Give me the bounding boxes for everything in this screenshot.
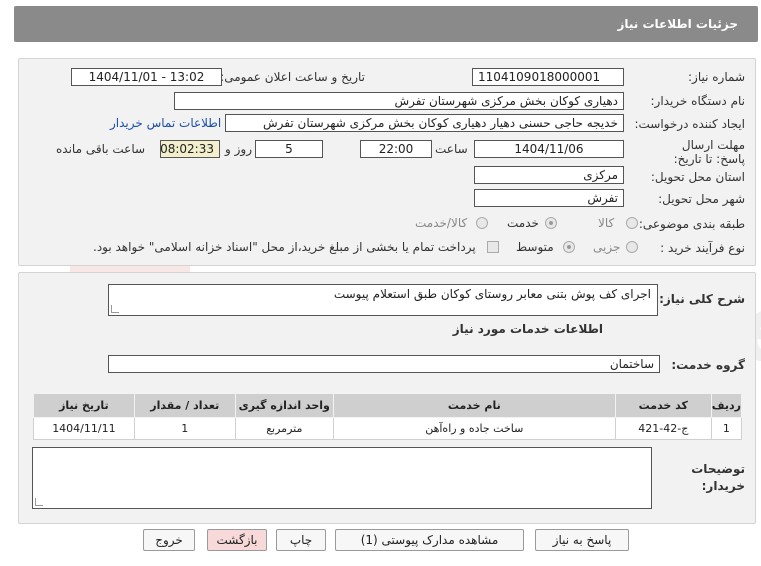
creator-label: ایجاد کننده درخواست:	[634, 117, 745, 131]
cell-service-name: ساخت جاده و راه‌آهن	[332, 417, 616, 440]
buyer-notes-label-1: توضیحات	[691, 462, 745, 476]
category-label: طبقه بندی موضوعی:	[638, 217, 745, 231]
purchase-medium-label: متوسط	[516, 240, 554, 254]
announce-field: 1404/11/01 - 13:02	[71, 68, 222, 86]
table-row: 1 ج-42-421 ساخت جاده و راه‌آهن مترمربع 1…	[33, 417, 743, 440]
buyer-org-label: نام دستگاه خریدار:	[650, 94, 746, 108]
days-label: روز و	[225, 142, 252, 156]
deadline-date-field: 1404/11/06	[474, 140, 624, 158]
summary-text: اجرای کف پوش بتنی معابر روستای کوکان طبق…	[333, 287, 651, 301]
city-label: شهر محل تحویل:	[658, 192, 745, 206]
category-service-radio[interactable]	[545, 217, 557, 229]
creator-field: خدیجه حاجی حسنی دهیار دهیاری کوکان بخش م…	[225, 114, 624, 132]
service-group-label: گروه خدمت:	[671, 358, 745, 372]
province-label: استان محل تحویل:	[650, 170, 745, 184]
category-goods-service-label: کالا/خدمت	[415, 216, 468, 230]
summary-textarea: اجرای کف پوش بتنی معابر روستای کوکان طبق…	[108, 284, 658, 316]
reply-button[interactable]: پاسخ به نیاز	[535, 529, 629, 551]
need-number-field: 1104109018000001	[472, 68, 624, 86]
table-header-row: ردیف کد خدمت نام خدمت واحد اندازه گیری ت…	[33, 393, 743, 418]
days-field: 5	[255, 140, 323, 158]
col-service-code: کد خدمت	[614, 393, 712, 418]
buyer-notes-label-2: خریدار:	[701, 479, 745, 493]
purchase-minor-radio[interactable]	[626, 241, 638, 253]
treasury-payment-note: پرداخت تمام یا بخشی از مبلغ خرید،از محل …	[93, 240, 476, 254]
category-service-label: خدمت	[507, 216, 539, 230]
deadline-time-label: ساعت	[435, 142, 468, 156]
cell-service-code: ج-42-421	[614, 417, 712, 440]
treasury-payment-checkbox[interactable]	[487, 241, 499, 253]
view-attachments-button[interactable]: مشاهده مدارک پیوستی (1)	[335, 529, 524, 551]
remaining-label: ساعت باقی مانده	[56, 142, 146, 156]
cell-row: 1	[710, 417, 743, 440]
col-row: ردیف	[710, 393, 743, 418]
deadline-time-field: 22:00	[360, 140, 432, 158]
col-quantity: تعداد / مقدار	[133, 393, 236, 418]
col-need-date: تاریخ نیاز	[33, 393, 135, 418]
services-table: ردیف کد خدمت نام خدمت واحد اندازه گیری ت…	[33, 393, 743, 440]
announce-label: تاریخ و ساعت اعلان عمومی:	[220, 70, 365, 84]
remaining-time-field: 08:02:33	[160, 140, 220, 158]
cell-unit: مترمربع	[234, 417, 334, 440]
back-button[interactable]: بازگشت	[207, 529, 267, 551]
cell-quantity: 1	[133, 417, 236, 440]
category-goods-radio[interactable]	[626, 217, 638, 229]
need-info-panel	[18, 58, 756, 266]
col-service-name: نام خدمت	[332, 393, 616, 418]
need-number-label: شماره نیاز:	[688, 70, 745, 84]
city-field: تفرش	[474, 189, 624, 207]
services-title: اطلاعات خدمات مورد نیاز	[452, 322, 603, 336]
resize-handle-icon[interactable]	[111, 305, 119, 313]
service-group-field: ساختمان	[108, 355, 660, 373]
page-header: جزئیات اطلاعات نیاز	[14, 6, 758, 42]
buyer-org-field: دهیاری کوکان بخش مرکزی شهرستان تفرش	[174, 92, 624, 110]
summary-label: شرح کلی نیاز:	[659, 292, 745, 306]
purchase-minor-label: جزیی	[593, 240, 621, 254]
exit-button[interactable]: خروج	[143, 529, 195, 551]
col-unit: واحد اندازه گیری	[234, 393, 334, 418]
print-button[interactable]: چاپ	[276, 529, 326, 551]
contact-buyer-link[interactable]: اطلاعات تماس خریدار	[110, 116, 221, 130]
category-goods-label: کالا	[598, 216, 615, 230]
buyer-notes-textarea	[32, 447, 652, 509]
purchase-type-label: نوع فرآیند خرید :	[660, 241, 745, 255]
cell-need-date: 1404/11/11	[33, 417, 135, 440]
category-goods-service-radio[interactable]	[476, 217, 488, 229]
province-field: مرکزی	[474, 166, 624, 184]
resize-handle-icon[interactable]	[35, 498, 43, 506]
page-title: جزئیات اطلاعات نیاز	[617, 17, 738, 31]
purchase-medium-radio[interactable]	[563, 241, 575, 253]
deadline-label: مهلت ارسال پاسخ: تا تاریخ:	[673, 138, 745, 166]
